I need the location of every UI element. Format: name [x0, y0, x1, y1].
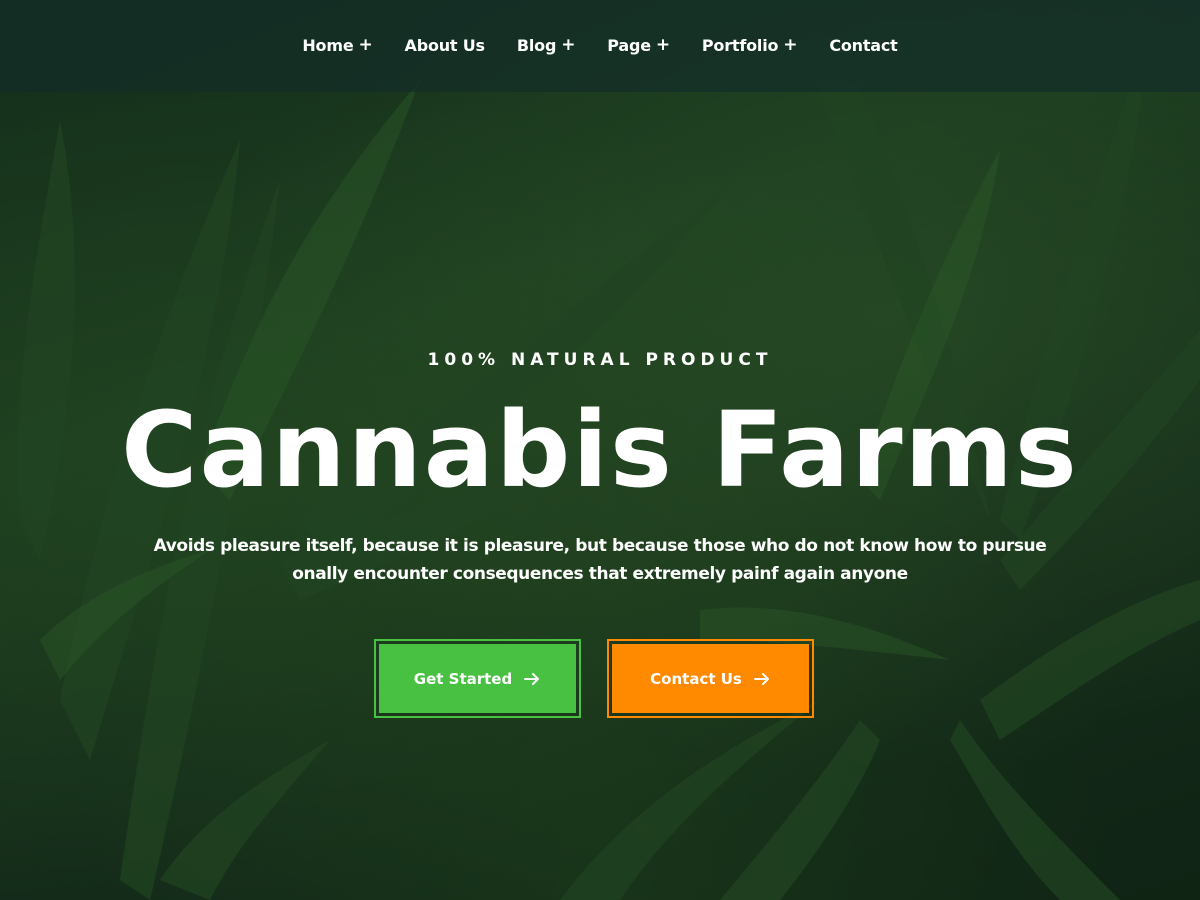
- expand-plus-icon: +: [358, 35, 373, 55]
- nav-item-label: About Us: [404, 35, 486, 55]
- hero-kicker: 100% NATURAL PRODUCT: [427, 350, 773, 370]
- nav-item-home[interactable]: Home +: [302, 35, 372, 55]
- nav-item-about-us[interactable]: About Us: [404, 35, 486, 55]
- nav-item-label: Portfolio: [701, 35, 779, 55]
- contact-us-button-body[interactable]: Contact Us: [611, 644, 809, 713]
- hero-description-line-1: Avoids pleasure itself, because it is pl…: [153, 536, 1047, 556]
- nav-item-label: Home: [302, 35, 354, 55]
- nav-item-blog[interactable]: Blog +: [516, 35, 576, 55]
- contact-us-button[interactable]: Contact Us: [606, 639, 814, 718]
- hero-description-line-2: onally encounter consequences that extre…: [292, 564, 908, 584]
- hero-title: Cannabis Farms: [121, 389, 1079, 511]
- top-navigation-bar: Home + About Us Blog + Page + Portfolio …: [0, 0, 1200, 92]
- expand-plus-icon: +: [783, 35, 798, 55]
- contact-us-label: Contact Us: [650, 669, 742, 688]
- hero-actions: Get Started Contact Us: [0, 639, 1200, 718]
- nav-item-portfolio[interactable]: Portfolio +: [701, 35, 798, 55]
- nav-item-contact[interactable]: Contact: [829, 35, 898, 55]
- nav-item-label: Contact: [829, 35, 898, 55]
- hero-content: 100% NATURAL PRODUCT Cannabis Farms Avoi…: [0, 340, 1200, 588]
- expand-plus-icon: +: [655, 35, 670, 55]
- get-started-button-body[interactable]: Get Started: [378, 644, 576, 713]
- arrow-right-icon: [753, 672, 769, 685]
- nav-item-label: Blog: [516, 35, 557, 55]
- nav-item-page[interactable]: Page +: [607, 35, 670, 55]
- hero-description: Avoids pleasure itself, because it is pl…: [150, 532, 1050, 588]
- main-menu: Home + About Us Blog + Page + Portfolio …: [302, 35, 897, 55]
- get-started-label: Get Started: [413, 669, 513, 688]
- arrow-right-icon: [524, 672, 540, 685]
- hero-section: Home + About Us Blog + Page + Portfolio …: [0, 0, 1200, 900]
- get-started-button[interactable]: Get Started: [373, 639, 581, 718]
- expand-plus-icon: +: [561, 35, 576, 55]
- nav-item-label: Page: [607, 35, 651, 55]
